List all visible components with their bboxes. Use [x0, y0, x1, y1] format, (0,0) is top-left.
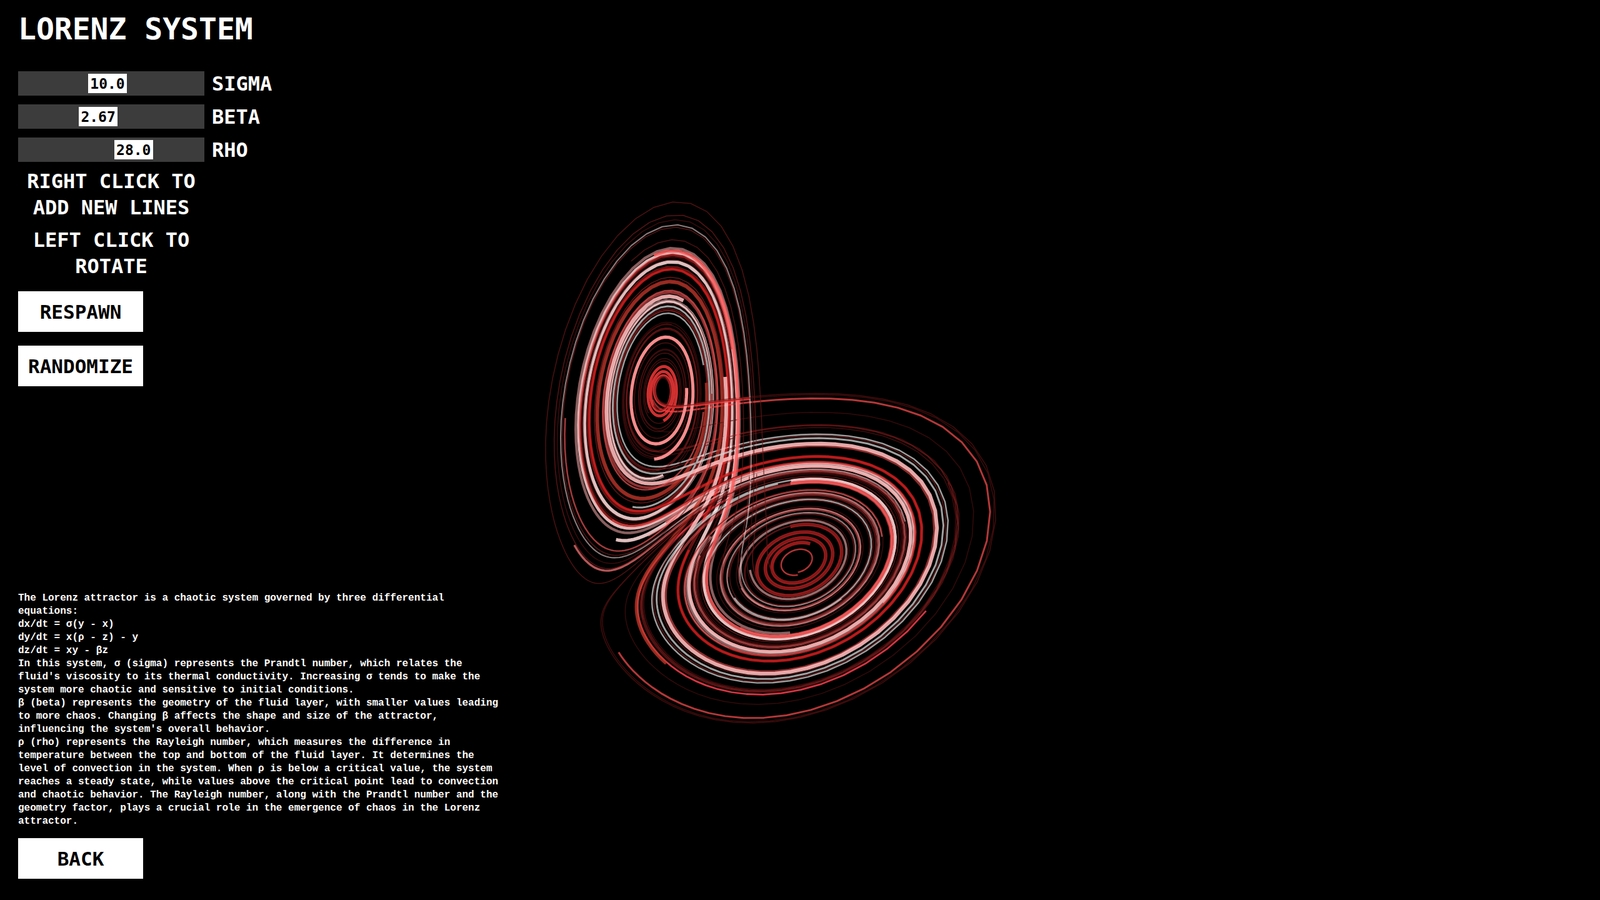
description-text: ρ (rho) represents the Rayleigh number, … — [18, 736, 506, 829]
trajectory-line — [781, 549, 813, 576]
description-text: dy/dt = x(ρ - z) - y — [18, 631, 506, 645]
slider-value[interactable]: 28.0 — [114, 140, 154, 160]
slider-value[interactable]: 2.67 — [78, 106, 118, 127]
trajectory-line — [557, 219, 995, 722]
page-title: LORENZ SYSTEM — [18, 11, 254, 47]
slider-row: 2.67 BETA — [18, 104, 272, 129]
slider-row: 10.0 SIGMA — [18, 71, 272, 96]
slider-track[interactable]: 2.67 — [18, 104, 205, 129]
description-text: dx/dt = σ(y - x) — [18, 618, 506, 632]
slider-value[interactable]: 10.0 — [88, 73, 127, 94]
hint-text: RIGHT CLICK TO ADD NEW LINES — [18, 168, 205, 221]
control-panel: LORENZ SYSTEM 10.0 SIGMA 2.67 BETA 28.0 RHORIG… — [0, 0, 500, 900]
hint-group: RIGHT CLICK TO ADD NEW LINESLEFT CLICK T… — [18, 168, 205, 280]
slider-track[interactable]: 28.0 — [18, 137, 205, 162]
slider-label: RHO — [211, 138, 249, 162]
slider-label: SIGMA — [211, 71, 272, 96]
trajectory-line — [612, 461, 916, 657]
description-text: The Lorenz attractor is a chaotic system… — [18, 591, 506, 619]
slider-label: BETA — [211, 105, 260, 129]
action-button[interactable]: RESPAWN — [18, 291, 144, 332]
lorenz-page: LORENZ SYSTEM 10.0 SIGMA 2.67 BETA 28.0 RHORIG… — [0, 0, 1600, 900]
slider-track[interactable]: 10.0 — [18, 71, 205, 96]
button-group: RESPAWN RANDOMIZE — [18, 291, 144, 387]
trajectory-line — [575, 248, 913, 654]
description-text: β (beta) represents the geometry of the … — [18, 696, 506, 737]
slider-group: 10.0 SIGMA 2.67 BETA 28.0 RHO — [18, 71, 272, 162]
trajectory-line — [565, 290, 719, 552]
trajectory-line — [653, 251, 892, 637]
back-button[interactable]: BACK — [18, 838, 144, 879]
slider-row: 28.0 RHO — [18, 137, 272, 162]
trajectory-line — [560, 225, 905, 621]
trajectory-line — [600, 323, 996, 724]
trajectory-line — [631, 336, 694, 459]
description-text: dz/dt = xy - βz — [18, 644, 506, 658]
hint-text: LEFT CLICK TO ROTATE — [18, 226, 205, 280]
action-button[interactable]: RANDOMIZE — [18, 345, 144, 387]
description: The Lorenz attractor is a chaotic system… — [18, 591, 506, 829]
description-text: In this system, σ (sigma) represents the… — [18, 657, 506, 697]
